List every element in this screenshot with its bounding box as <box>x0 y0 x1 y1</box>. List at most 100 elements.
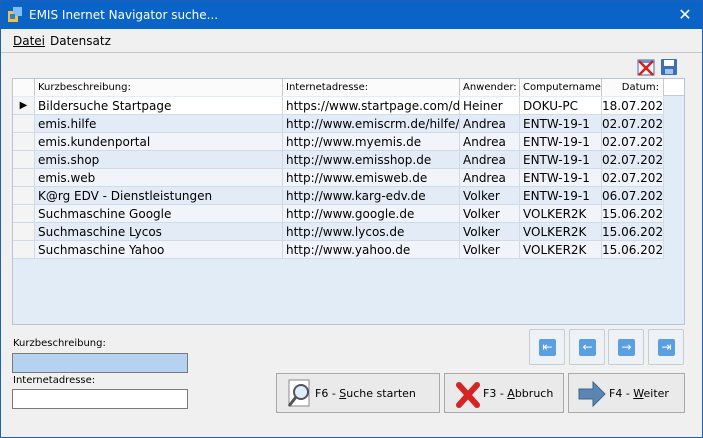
header-kurzbeschreibung[interactable]: Kurzbeschreibung: <box>35 79 283 96</box>
cell-datum[interactable]: 18.07.2026 <box>602 97 664 115</box>
inet-label: Internetadresse: <box>13 375 96 386</box>
first-record-button[interactable]: ⇤ <box>529 329 565 365</box>
window: EMIS Inernet Navigator suche... ✕ Datei … <box>0 0 703 438</box>
cell-computername[interactable]: ENTW-19-1 <box>520 187 602 205</box>
cell-internetadresse[interactable]: http://www.myemis.de <box>283 133 460 151</box>
header-computername[interactable]: Computername <box>520 79 602 96</box>
last-icon: ⇥ <box>658 339 675 356</box>
cell-kurzbeschreibung[interactable]: emis.hilfe <box>35 115 283 133</box>
cell-computername[interactable]: ENTW-19-1 <box>520 151 602 169</box>
cell-datum[interactable]: 15.06.2026 <box>602 223 664 241</box>
kurz-label: Kurzbeschreibung: <box>13 338 106 349</box>
cell-anwender[interactable]: Volker <box>460 187 520 205</box>
cancel-button-label: F3 - Abbruch <box>483 387 554 400</box>
table-row[interactable]: emis.shop http://www.emisshop.de Andrea ENT… <box>13 151 664 169</box>
cell-kurzbeschreibung[interactable]: emis.shop <box>35 151 283 169</box>
cell-anwender[interactable]: Andrea <box>460 151 520 169</box>
cell-datum[interactable]: 02.07.2026 <box>602 115 664 133</box>
previous-record-button[interactable]: ← <box>569 329 605 365</box>
grid-header: Kurzbeschreibung: Internetadresse: Anwen… <box>13 79 684 96</box>
menu-bar: Datei Datensatz <box>1 29 702 53</box>
cell-kurzbeschreibung[interactable]: emis.web <box>35 169 283 187</box>
cell-computername[interactable]: ENTW-19-1 <box>520 115 602 133</box>
cell-datum[interactable]: 02.07.2026 <box>602 169 664 187</box>
cell-datum[interactable]: 15.06.2026 <box>602 205 664 223</box>
menu-datensatz[interactable]: Datensatz <box>50 34 111 48</box>
last-record-button[interactable]: ⇥ <box>648 329 684 365</box>
cell-computername[interactable]: VOLKER2K <box>520 241 602 259</box>
table-row[interactable]: Suchmaschine Lycos http://www.lycos.de Vol… <box>13 223 664 241</box>
cell-anwender[interactable]: Andrea <box>460 115 520 133</box>
table-row[interactable]: Suchmaschine Yahoo http://www.yahoo.de Vol… <box>13 241 664 259</box>
cell-kurzbeschreibung[interactable]: K@rg EDV - Dienstleistungen <box>35 187 283 205</box>
first-icon: ⇤ <box>539 339 556 356</box>
cancel-button[interactable]: F3 - Abbruch <box>444 373 564 413</box>
cell-anwender[interactable]: Andrea <box>460 133 520 151</box>
menu-datei-label: Datei <box>13 34 46 48</box>
cell-kurzbeschreibung[interactable]: Suchmaschine Google <box>35 205 283 223</box>
row-indicator[interactable]: ▶ <box>13 97 35 115</box>
table-row[interactable]: emis.web http://www.emisweb.de Andrea ENTW-… <box>13 169 664 187</box>
header-datum[interactable]: Datum: <box>602 79 664 96</box>
cell-internetadresse[interactable]: http://www.yahoo.de <box>283 241 460 259</box>
window-title: EMIS Inernet Navigator suche... <box>29 8 219 22</box>
close-icon[interactable]: ✕ <box>674 4 696 26</box>
cell-datum[interactable]: 02.07.2026 <box>602 133 664 151</box>
cell-anwender[interactable]: Heiner <box>460 97 520 115</box>
next-button-label: F4 - Weiter <box>609 387 669 400</box>
cell-internetadresse[interactable]: http://www.lycos.de <box>283 223 460 241</box>
results-grid: Kurzbeschreibung: Internetadresse: Anwen… <box>12 78 685 325</box>
next-button[interactable]: F4 - Weiter <box>568 373 685 413</box>
title-bar: EMIS Inernet Navigator suche... ✕ <box>1 1 702 29</box>
arrow-right-big-icon <box>578 380 606 408</box>
row-indicator[interactable] <box>13 187 35 205</box>
cell-computername[interactable]: ENTW-19-1 <box>520 169 602 187</box>
magnifier-icon <box>287 379 310 407</box>
next-record-button[interactable]: → <box>608 329 644 365</box>
cell-computername[interactable]: ENTW-19-1 <box>520 133 602 151</box>
search-button[interactable]: F6 - Suche starten <box>276 373 440 413</box>
row-indicator[interactable] <box>13 241 35 259</box>
arrow-left-icon: ← <box>579 339 596 356</box>
cell-internetadresse[interactable]: http://www.google.de <box>283 205 460 223</box>
cell-kurzbeschreibung[interactable]: Bildersuche Startpage <box>35 97 283 115</box>
cell-internetadresse[interactable]: http://www.emiscrm.de/hilfe/de <box>283 115 460 133</box>
cell-anwender[interactable]: Andrea <box>460 169 520 187</box>
cell-datum[interactable]: 02.07.2026 <box>602 151 664 169</box>
header-internetadresse[interactable]: Internetadresse: <box>283 79 460 96</box>
cell-computername[interactable]: DOKU-PC <box>520 97 602 115</box>
cell-internetadresse[interactable]: http://www.emisweb.de <box>283 169 460 187</box>
row-indicator[interactable] <box>13 151 35 169</box>
cell-computername[interactable]: VOLKER2K <box>520 223 602 241</box>
table-row[interactable]: ▶ Bildersuche Startpage https://www.startp… <box>13 97 664 115</box>
save-icon[interactable] <box>659 57 679 77</box>
app-icon <box>8 7 22 22</box>
header-anwender[interactable]: Anwender: <box>460 79 520 96</box>
internetadresse-input[interactable] <box>12 389 188 409</box>
menu-datei[interactable]: Datei <box>13 34 45 48</box>
row-indicator[interactable] <box>13 223 35 241</box>
row-indicator[interactable] <box>13 205 35 223</box>
cell-computername[interactable]: VOLKER2K <box>520 205 602 223</box>
table-row[interactable]: emis.hilfe http://www.emiscrm.de/hilfe/de… <box>13 115 664 133</box>
kurzbeschreibung-input[interactable] <box>12 353 188 373</box>
row-indicator[interactable] <box>13 133 35 151</box>
row-indicator[interactable] <box>13 115 35 133</box>
table-row[interactable]: emis.kundenportal http://www.myemis.de And… <box>13 133 664 151</box>
cell-kurzbeschreibung[interactable]: Suchmaschine Lycos <box>35 223 283 241</box>
cell-anwender[interactable]: Volker <box>460 223 520 241</box>
cell-datum[interactable]: 15.06.2026 <box>602 241 664 259</box>
cell-kurzbeschreibung[interactable]: emis.kundenportal <box>35 133 283 151</box>
cell-anwender[interactable]: Volker <box>460 205 520 223</box>
delete-record-icon[interactable] <box>636 57 656 77</box>
cell-internetadresse[interactable]: http://www.emisshop.de <box>283 151 460 169</box>
red-x-icon <box>456 382 480 408</box>
cell-internetadresse[interactable]: http://www.karg-edv.de <box>283 187 460 205</box>
table-row[interactable]: Suchmaschine Google http://www.google.de V… <box>13 205 664 223</box>
cell-internetadresse[interactable]: https://www.startpage.com/de/ <box>283 97 460 115</box>
table-row[interactable]: K@rg EDV - Dienstleistungen http://www.ka… <box>13 187 664 205</box>
cell-kurzbeschreibung[interactable]: Suchmaschine Yahoo <box>35 241 283 259</box>
cell-datum[interactable]: 06.07.2026 <box>602 187 664 205</box>
row-indicator[interactable] <box>13 169 35 187</box>
cell-anwender[interactable]: Volker <box>460 241 520 259</box>
